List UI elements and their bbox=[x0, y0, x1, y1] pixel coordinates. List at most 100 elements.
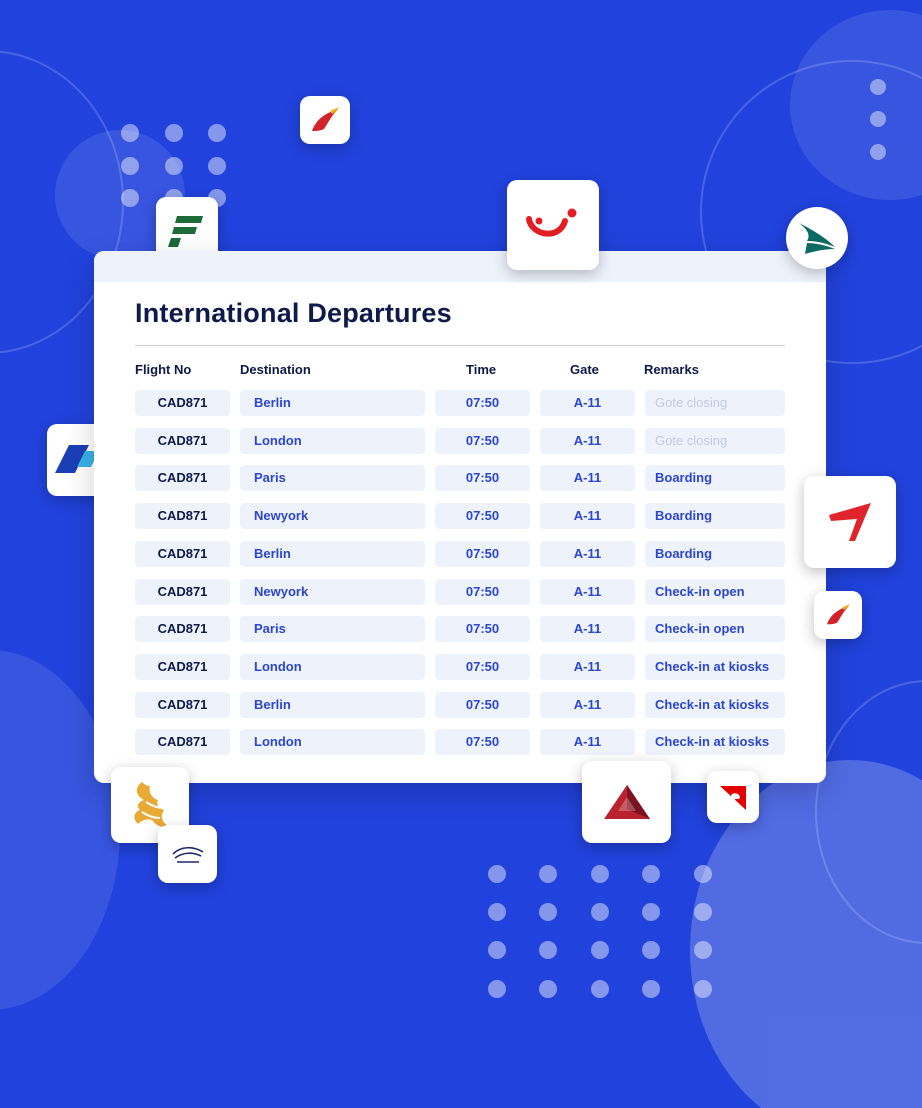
destination-cell: London bbox=[240, 653, 425, 680]
decorative-dot bbox=[870, 79, 886, 95]
decorative-dot bbox=[539, 865, 557, 883]
destination-cell: Newyork bbox=[240, 578, 425, 605]
flight-number-cell: CAD871 bbox=[135, 540, 230, 567]
column-header-destination: Destination bbox=[240, 362, 311, 377]
departure-row: CAD871 London 07:50 A-11 Check-in at kiosks bbox=[94, 653, 826, 680]
departure-row: CAD871 Berlin 07:50 A-11 Gote closing bbox=[94, 390, 826, 416]
gate-cell: A-11 bbox=[540, 427, 635, 454]
blue-stripe-airline-logo-icon bbox=[55, 445, 99, 475]
flight-number-cell: CAD871 bbox=[135, 503, 230, 530]
remarks-cell: Check-in open bbox=[645, 616, 785, 643]
destination-cell: Berlin bbox=[240, 691, 425, 718]
decorative-dot bbox=[694, 865, 712, 883]
board-title: International Departures bbox=[135, 298, 452, 328]
cathay-pacific-logo-tile bbox=[786, 207, 848, 269]
time-cell: 07:50 bbox=[435, 540, 530, 567]
time-cell: 07:50 bbox=[435, 653, 530, 680]
title-divider bbox=[135, 345, 785, 346]
decorative-dot bbox=[208, 124, 226, 142]
decorative-circle bbox=[790, 10, 922, 200]
card-header-strip bbox=[94, 251, 826, 282]
remarks-cell: Check-in at kiosks bbox=[645, 653, 785, 680]
decorative-dot bbox=[870, 144, 886, 160]
decorative-dot bbox=[591, 980, 609, 998]
destination-cell: Newyork bbox=[240, 503, 425, 530]
time-cell: 07:50 bbox=[435, 578, 530, 605]
column-header-remarks: Remarks bbox=[644, 362, 699, 377]
tui-logo-icon bbox=[525, 205, 581, 245]
departure-row: CAD871 London 07:50 A-11 Gote closing bbox=[94, 427, 826, 454]
iberia-small-logo-icon bbox=[825, 604, 851, 626]
departure-row: CAD871 Newyork 07:50 A-11 Check-in open bbox=[94, 578, 826, 605]
destination-cell: Berlin bbox=[240, 390, 425, 416]
table-header: Flight No Destination Time Gate Remarks bbox=[94, 362, 826, 380]
decorative-dot bbox=[539, 941, 557, 959]
departure-row: CAD871 Berlin 07:50 A-11 Check-in at kiosks bbox=[94, 691, 826, 718]
decorative-dot bbox=[591, 903, 609, 921]
time-cell: 07:50 bbox=[435, 729, 530, 756]
flight-number-cell: CAD871 bbox=[135, 616, 230, 643]
gate-cell: A-11 bbox=[540, 503, 635, 530]
decorative-dot bbox=[642, 980, 660, 998]
decorative-ring bbox=[815, 680, 922, 944]
hero-illustration: International Departures Flight No Desti… bbox=[0, 0, 922, 1108]
air-france-klm-logo-tile bbox=[158, 825, 217, 883]
gate-cell: A-11 bbox=[540, 540, 635, 567]
destination-cell: London bbox=[240, 729, 425, 756]
time-cell: 07:50 bbox=[435, 616, 530, 643]
destination-cell: Berlin bbox=[240, 540, 425, 567]
remarks-cell: Boarding bbox=[645, 540, 785, 567]
singapore-airlines-logo-icon bbox=[128, 780, 172, 830]
remarks-cell: Check-in at kiosks bbox=[645, 691, 785, 718]
remarks-cell: Check-in open bbox=[645, 578, 785, 605]
flight-number-cell: CAD871 bbox=[135, 653, 230, 680]
iberia-small-logo-tile bbox=[814, 591, 862, 639]
tui-logo-tile bbox=[507, 180, 599, 270]
time-cell: 07:50 bbox=[435, 427, 530, 454]
decorative-dot bbox=[870, 111, 886, 127]
departure-row: CAD871 London 07:50 A-11 Check-in at kiosks bbox=[94, 729, 826, 756]
decorative-dot bbox=[165, 124, 183, 142]
remarks-cell: Boarding bbox=[645, 465, 785, 492]
decorative-dot bbox=[539, 980, 557, 998]
gate-cell: A-11 bbox=[540, 729, 635, 756]
red-arrow-airline-logo-tile bbox=[804, 476, 896, 568]
qantas-logo-icon bbox=[718, 782, 748, 812]
air-france-klm-logo-icon bbox=[171, 844, 205, 864]
time-cell: 07:50 bbox=[435, 390, 530, 416]
gate-cell: A-11 bbox=[540, 465, 635, 492]
remarks-cell: Gote closing bbox=[645, 390, 785, 416]
gate-cell: A-11 bbox=[540, 616, 635, 643]
column-header-flight: Flight No bbox=[135, 362, 192, 377]
decorative-dot bbox=[121, 124, 139, 142]
decorative-dot bbox=[488, 865, 506, 883]
decorative-dot bbox=[694, 903, 712, 921]
decorative-dot bbox=[642, 865, 660, 883]
decorative-dot bbox=[694, 941, 712, 959]
decorative-dot bbox=[165, 157, 183, 175]
remarks-cell: Gote closing bbox=[645, 427, 785, 454]
flight-number-cell: CAD871 bbox=[135, 691, 230, 718]
decorative-dot bbox=[208, 157, 226, 175]
destination-cell: London bbox=[240, 427, 425, 454]
delta-logo-icon bbox=[602, 783, 652, 821]
gate-cell: A-11 bbox=[540, 390, 635, 416]
time-cell: 07:50 bbox=[435, 691, 530, 718]
iberia-logo-icon bbox=[310, 107, 340, 133]
delta-logo-tile bbox=[582, 761, 671, 843]
red-arrow-airline-logo-icon bbox=[827, 501, 873, 543]
decorative-dot bbox=[694, 980, 712, 998]
qantas-logo-tile bbox=[707, 771, 759, 823]
iberia-logo-tile bbox=[300, 96, 350, 144]
flight-number-cell: CAD871 bbox=[135, 390, 230, 416]
decorative-dot bbox=[121, 189, 139, 207]
column-header-gate: Gate bbox=[570, 362, 599, 377]
decorative-dot bbox=[642, 903, 660, 921]
gate-cell: A-11 bbox=[540, 653, 635, 680]
decorative-dot bbox=[591, 941, 609, 959]
departure-row: CAD871 Berlin 07:50 A-11 Boarding bbox=[94, 540, 826, 567]
decorative-dot bbox=[488, 903, 506, 921]
gate-cell: A-11 bbox=[540, 578, 635, 605]
destination-cell: Paris bbox=[240, 616, 425, 643]
remarks-cell: Boarding bbox=[645, 503, 785, 530]
